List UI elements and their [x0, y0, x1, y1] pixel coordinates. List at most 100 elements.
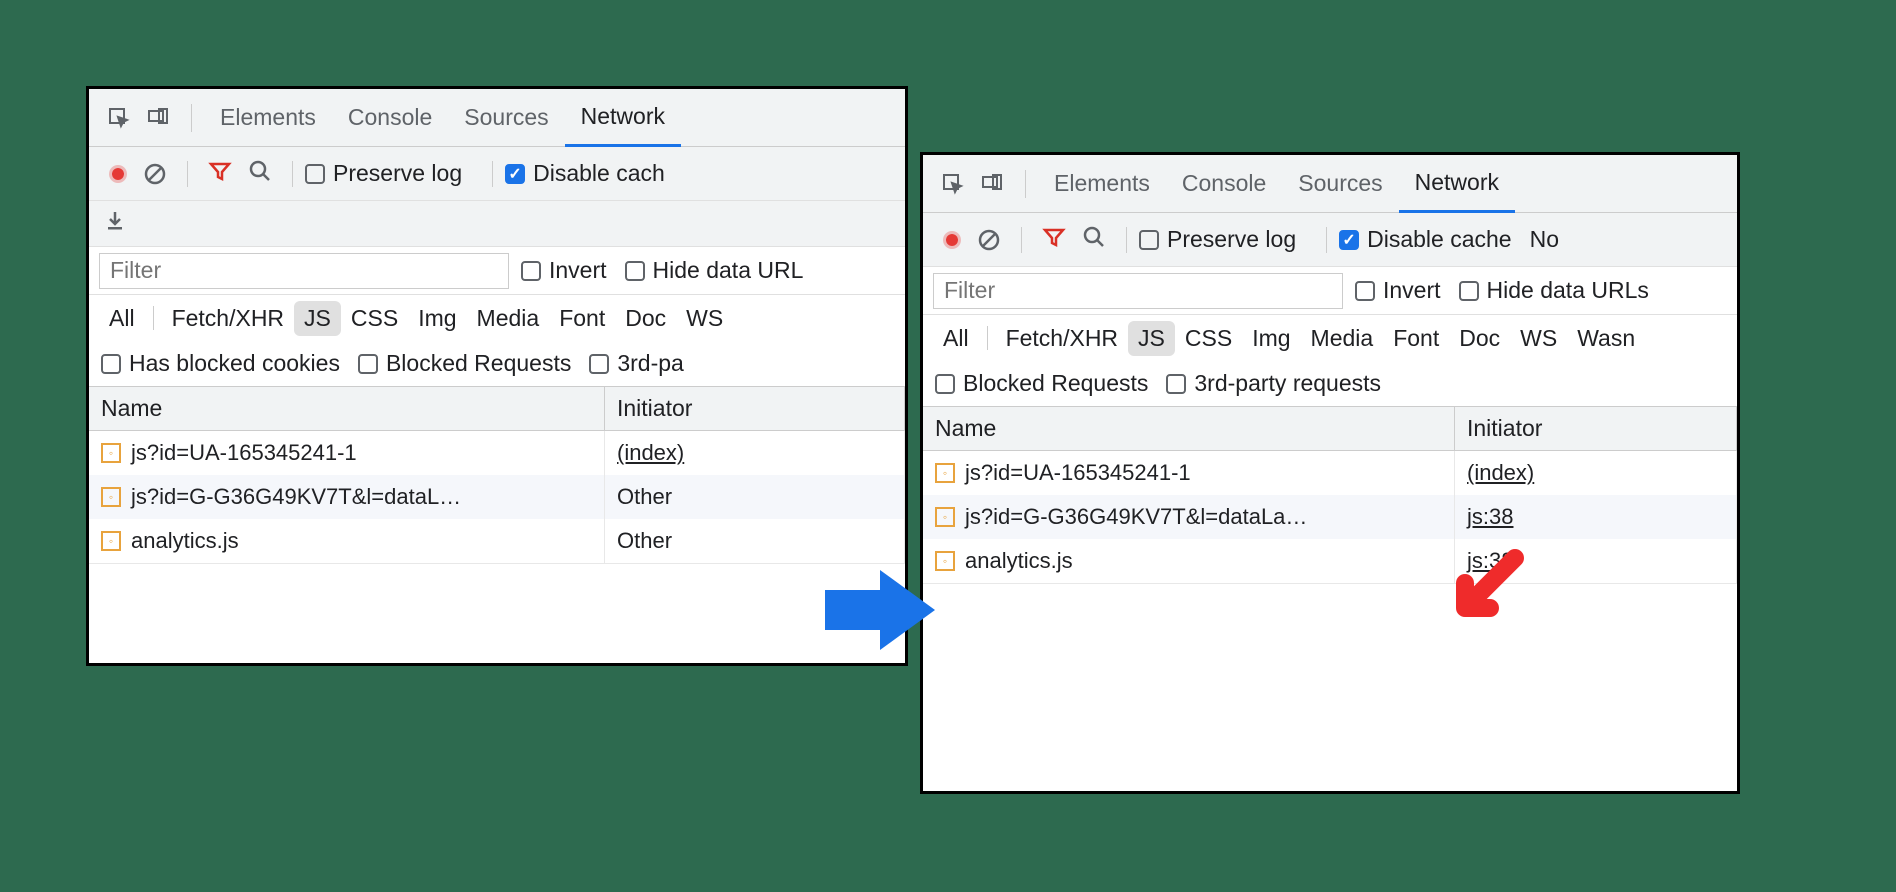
blocked-requests-label: Blocked Requests	[963, 370, 1148, 397]
download-bar	[89, 201, 905, 247]
tab-elements[interactable]: Elements	[204, 89, 332, 147]
type-fetch[interactable]: Fetch/XHR	[996, 321, 1128, 356]
filter-bar: Invert Hide data URLs	[923, 267, 1737, 315]
hide-data-urls-checkbox[interactable]	[625, 261, 645, 281]
devtools-panel-left: Elements Console Sources Network Preserv…	[86, 86, 908, 666]
devtools-panel-right: Elements Console Sources Network Preserv…	[920, 152, 1740, 794]
invert-checkbox[interactable]	[1355, 281, 1375, 301]
type-all[interactable]: All	[99, 301, 145, 336]
clear-icon[interactable]	[143, 162, 167, 186]
hide-data-urls-label: Hide data URL	[653, 257, 804, 284]
js-file-icon: ◦	[101, 487, 121, 507]
type-font[interactable]: Font	[549, 301, 615, 336]
cell-initiator[interactable]: (index)	[1467, 460, 1534, 486]
col-name[interactable]: Name	[89, 387, 605, 430]
third-party-checkbox[interactable]	[1166, 374, 1186, 394]
tab-console[interactable]: Console	[332, 89, 448, 147]
table-row[interactable]: ◦js?id=UA-165345241-1 (index)	[89, 431, 905, 475]
table-header: Name Initiator	[923, 407, 1737, 451]
type-img[interactable]: Img	[1242, 321, 1300, 356]
blocked-cookies-checkbox[interactable]	[101, 354, 121, 374]
filter-input[interactable]	[99, 253, 509, 289]
main-tabs: Elements Console Sources Network	[89, 89, 905, 147]
invert-label: Invert	[549, 257, 607, 284]
preserve-log-label: Preserve log	[333, 160, 462, 187]
filter-bar: Invert Hide data URL	[89, 247, 905, 295]
search-icon[interactable]	[248, 159, 272, 189]
js-file-icon: ◦	[935, 463, 955, 483]
search-icon[interactable]	[1082, 225, 1106, 255]
cell-initiator[interactable]: js:38	[1467, 504, 1513, 530]
cell-name: js?id=UA-165345241-1	[965, 460, 1191, 486]
js-file-icon: ◦	[935, 507, 955, 527]
type-js[interactable]: JS	[294, 301, 341, 336]
type-ws[interactable]: WS	[676, 301, 733, 336]
clear-icon[interactable]	[977, 228, 1001, 252]
type-img[interactable]: Img	[408, 301, 466, 336]
type-css[interactable]: CSS	[341, 301, 408, 336]
cell-name: analytics.js	[131, 528, 239, 554]
third-party-label: 3rd-pa	[617, 350, 683, 377]
table-row[interactable]: ◦js?id=G-G36G49KV7T&l=dataL… Other	[89, 475, 905, 519]
col-initiator[interactable]: Initiator	[605, 387, 905, 430]
disable-cache-checkbox[interactable]	[1339, 230, 1359, 250]
cell-name: js?id=G-G36G49KV7T&l=dataLa…	[965, 504, 1307, 530]
hide-data-urls-label: Hide data URLs	[1487, 277, 1649, 304]
table-row[interactable]: ◦analytics.js js:38	[923, 539, 1737, 583]
preserve-log-checkbox[interactable]	[1139, 230, 1159, 250]
type-ws[interactable]: WS	[1510, 321, 1567, 356]
download-icon[interactable]	[103, 209, 127, 238]
type-wasm[interactable]: Wasn	[1567, 321, 1645, 356]
tab-console[interactable]: Console	[1166, 155, 1282, 213]
col-name[interactable]: Name	[923, 407, 1455, 450]
type-css[interactable]: CSS	[1175, 321, 1242, 356]
type-doc[interactable]: Doc	[615, 301, 676, 336]
preserve-log-checkbox[interactable]	[305, 164, 325, 184]
third-party-label: 3rd-party requests	[1194, 370, 1381, 397]
device-toggle-icon[interactable]	[979, 170, 1007, 198]
hide-data-urls-checkbox[interactable]	[1459, 281, 1479, 301]
type-all[interactable]: All	[933, 321, 979, 356]
record-button[interactable]	[109, 165, 127, 183]
tab-sources[interactable]: Sources	[1282, 155, 1398, 213]
table-row[interactable]: ◦analytics.js Other	[89, 519, 905, 563]
blocked-requests-checkbox[interactable]	[358, 354, 378, 374]
inspect-icon[interactable]	[939, 170, 967, 198]
tab-elements[interactable]: Elements	[1038, 155, 1166, 213]
extra-checks-row: Has blocked cookies Blocked Requests 3rd…	[89, 341, 905, 387]
tab-network[interactable]: Network	[1399, 155, 1515, 213]
table-row[interactable]: ◦ js?id=G-G36G49KV7T&l=dataLa… js:38	[923, 495, 1737, 539]
extra-checks-row: Blocked Requests 3rd-party requests	[923, 361, 1737, 407]
type-font[interactable]: Font	[1383, 321, 1449, 356]
invert-checkbox[interactable]	[521, 261, 541, 281]
third-party-checkbox[interactable]	[589, 354, 609, 374]
table-row[interactable]: ◦ js?id=UA-165345241-1 (index)	[923, 451, 1737, 495]
filter-icon[interactable]	[1042, 225, 1066, 255]
filter-icon[interactable]	[208, 159, 232, 189]
tab-network[interactable]: Network	[565, 89, 681, 147]
col-initiator[interactable]: Initiator	[1455, 407, 1737, 450]
blocked-requests-checkbox[interactable]	[935, 374, 955, 394]
type-doc[interactable]: Doc	[1449, 321, 1510, 356]
cell-initiator[interactable]: (index)	[617, 440, 684, 466]
cell-name: analytics.js	[965, 548, 1073, 574]
table-blank	[923, 583, 1737, 584]
type-media[interactable]: Media	[467, 301, 550, 336]
js-file-icon: ◦	[101, 443, 121, 463]
type-filter-row: All Fetch/XHR JS CSS Img Media Font Doc …	[923, 315, 1737, 361]
network-toolbar: Preserve log Disable cach	[89, 147, 905, 201]
table-header: Name Initiator	[89, 387, 905, 431]
annotation-arrow-blue	[820, 560, 940, 660]
filter-input[interactable]	[933, 273, 1343, 309]
main-tabs: Elements Console Sources Network	[923, 155, 1737, 213]
type-media[interactable]: Media	[1301, 321, 1384, 356]
tab-sources[interactable]: Sources	[448, 89, 564, 147]
cell-name: js?id=G-G36G49KV7T&l=dataL…	[131, 484, 461, 510]
record-button[interactable]	[943, 231, 961, 249]
disable-cache-checkbox[interactable]	[505, 164, 525, 184]
type-js[interactable]: JS	[1128, 321, 1175, 356]
type-fetch[interactable]: Fetch/XHR	[162, 301, 294, 336]
inspect-icon[interactable]	[105, 104, 133, 132]
js-file-icon: ◦	[101, 531, 121, 551]
device-toggle-icon[interactable]	[145, 104, 173, 132]
